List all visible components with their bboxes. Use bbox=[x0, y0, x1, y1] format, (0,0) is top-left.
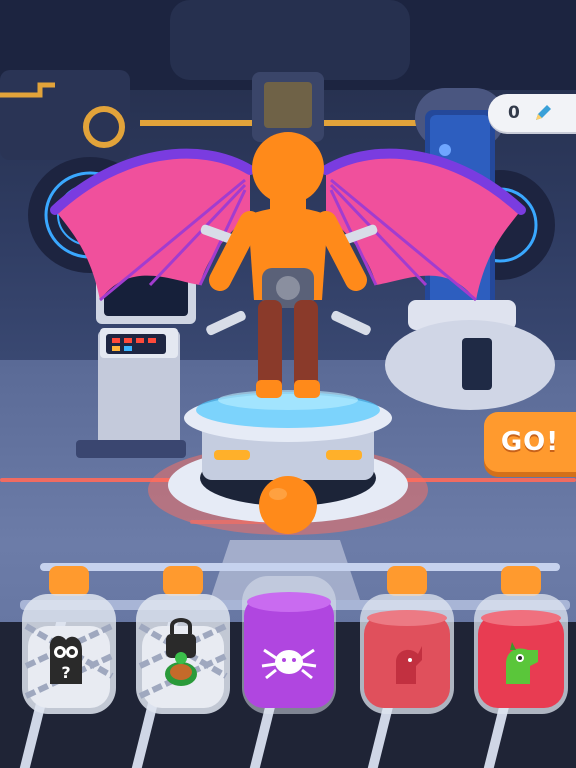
jar-locked-dragon[interactable]: ? bbox=[14, 566, 124, 716]
jar-locked-turtle[interactable] bbox=[128, 566, 238, 716]
score-counter: 0 bbox=[488, 94, 576, 132]
jar-dragon[interactable] bbox=[466, 566, 576, 716]
go-button[interactable]: GO! bbox=[484, 412, 576, 472]
jar-spider[interactable] bbox=[234, 566, 344, 716]
pencil-icon bbox=[535, 105, 551, 120]
mystery-mark: ? bbox=[61, 663, 70, 682]
game-scene: ? 0 GO! bbox=[0, 0, 576, 768]
jar-unicorn[interactable] bbox=[352, 566, 462, 716]
go-button-label: GO! bbox=[500, 427, 560, 457]
spider-icon bbox=[261, 648, 317, 680]
score-value: 0 bbox=[508, 103, 520, 123]
